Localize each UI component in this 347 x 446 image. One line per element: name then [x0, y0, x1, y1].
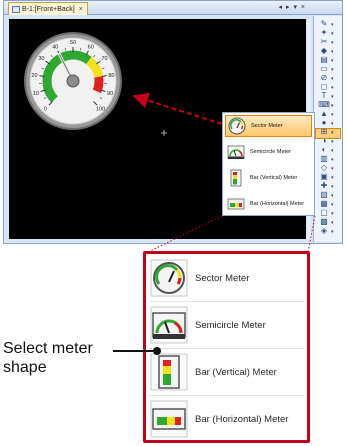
menu-item-sector-meter[interactable]: Sector Meter	[149, 256, 304, 300]
meter-shape-menu-zoomed: Sector Meter Semicircle Meter Bar (Verti…	[143, 251, 310, 443]
menu-item-bar-horizontal-meter[interactable]: Bar (Horizontal) Meter	[149, 397, 304, 441]
small-menu-item-sector[interactable]: Sector Meter	[225, 115, 312, 137]
menu-item-label: Bar (Horizontal) Meter	[195, 413, 289, 425]
menu-divider	[149, 348, 304, 349]
small-menu-item-bar-horizontal[interactable]: Bar (Horizontal) Meter	[225, 193, 312, 215]
semicircle-meter-icon	[227, 145, 245, 159]
menu-item-label: Sector Meter	[195, 272, 250, 284]
callout-dot	[153, 347, 161, 355]
small-menu-item-bar-vertical[interactable]: Bar (Vertical) Meter	[225, 167, 312, 189]
bar-horizontal-meter-icon	[150, 400, 188, 438]
small-menu-label: Semicircle Meter	[250, 149, 291, 155]
pointer-arrow	[132, 92, 223, 125]
menu-divider	[149, 395, 304, 396]
small-menu-label: Bar (Horizontal) Meter	[250, 201, 305, 207]
menu-item-label: Bar (Vertical) Meter	[195, 366, 277, 378]
callout-label: Select meter shape	[3, 340, 93, 376]
zoom-connector-left	[147, 215, 223, 253]
menu-item-bar-vertical-meter[interactable]: Bar (Vertical) Meter	[149, 350, 304, 394]
bar-horizontal-meter-icon	[227, 198, 245, 210]
menu-divider	[149, 301, 304, 302]
small-menu-label: Bar (Vertical) Meter	[250, 175, 298, 181]
sector-meter-icon	[228, 117, 246, 135]
bar-vertical-meter-icon	[230, 169, 242, 187]
semicircle-meter-icon	[150, 306, 188, 344]
menu-item-label: Semicircle Meter	[195, 319, 266, 331]
menu-item-semicircle-meter[interactable]: Semicircle Meter	[149, 303, 304, 347]
sector-meter-icon	[150, 259, 188, 297]
callout-leader-line	[113, 350, 153, 352]
zoom-connector-right	[307, 215, 316, 253]
meter-shape-menu-small: Sector Meter Semicircle Meter Bar (Verti…	[222, 112, 315, 216]
small-menu-label: Sector Meter	[251, 123, 283, 129]
bar-vertical-meter-icon	[150, 353, 188, 391]
small-menu-item-semicircle[interactable]: Semicircle Meter	[225, 141, 312, 163]
